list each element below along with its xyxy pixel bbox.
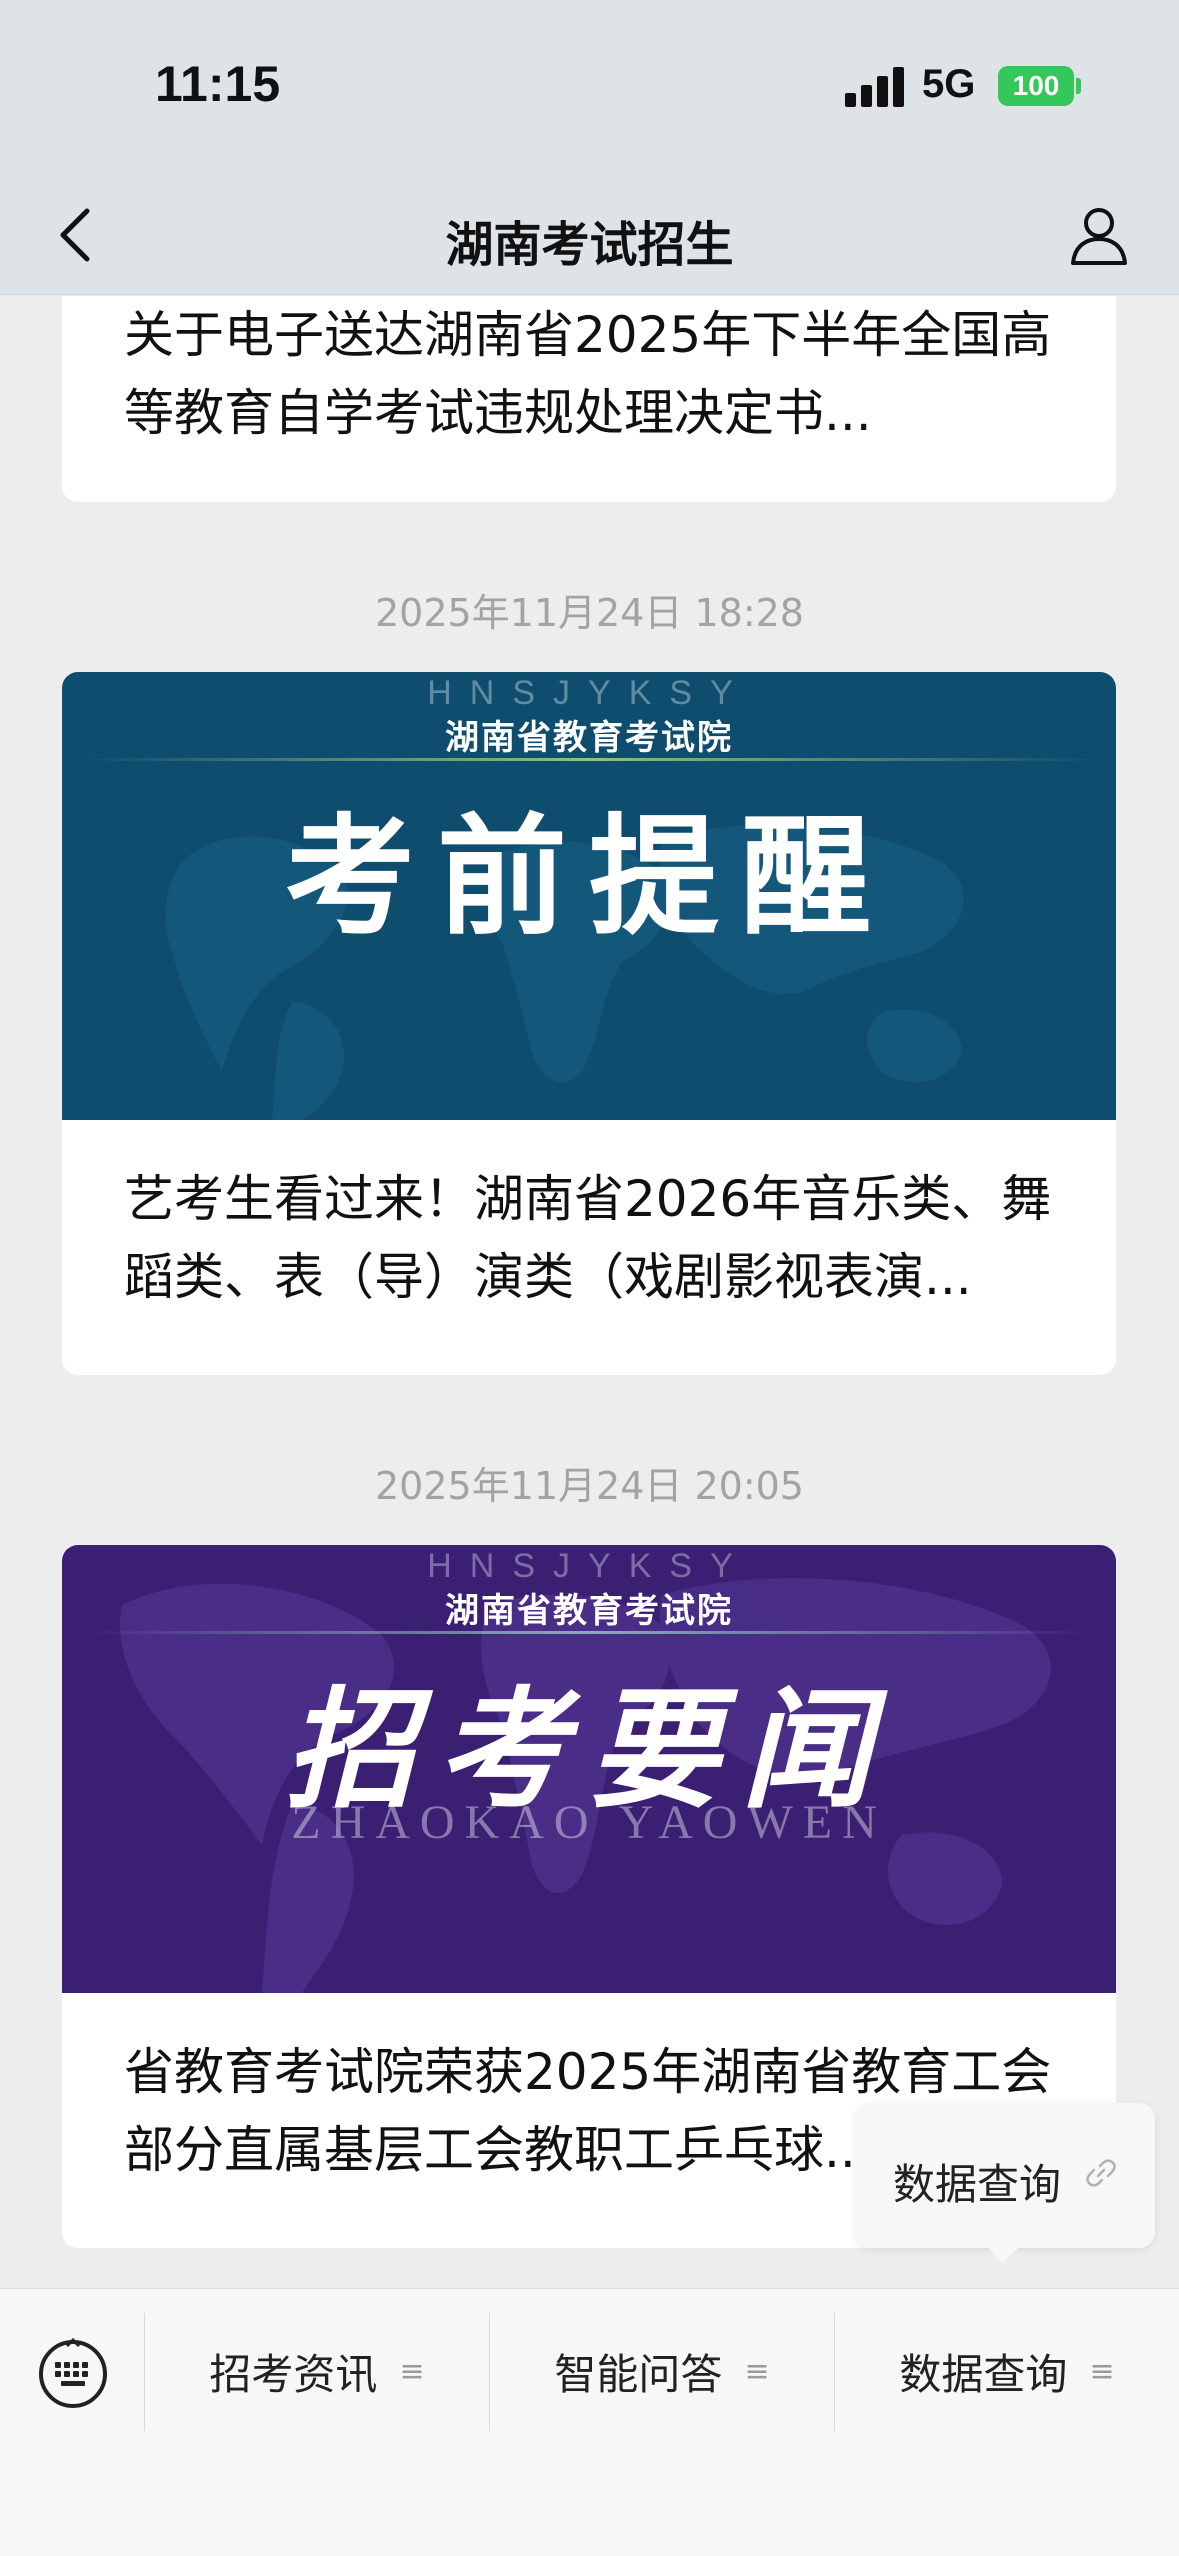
menu-item-qa[interactable]: 智能问答 ≡ — [490, 2311, 834, 2431]
menu-item-news[interactable]: 招考资讯 ≡ — [145, 2311, 489, 2431]
article-timestamp: 2025年11月24日 20:05 — [374, 1464, 804, 1508]
signal-icon — [845, 65, 905, 107]
keyboard-icon[interactable] — [28, 2329, 118, 2419]
menu-lines-icon: ≡ — [399, 2353, 425, 2389]
article-banner: HNSJYKSY 湖南省教育考试院 考前提醒 — [62, 672, 1116, 1120]
menu-item-label: 智能问答 — [554, 2349, 723, 2399]
page-title: 湖南考试招生 — [445, 217, 734, 273]
banner-org-name: 湖南省教育考试院 — [445, 1591, 733, 1631]
banner-org-name: 湖南省教育考试院 — [445, 718, 733, 758]
article-title: 关于电子送达湖南省2025年下半年全国高等教育自学考试违规处理决定书... — [124, 306, 1052, 442]
menu-item-label: 招考资讯 — [209, 2349, 378, 2399]
status-bar: 11:15 5G 100 — [0, 0, 1179, 175]
article-title: 艺考生看过来！湖南省2026年音乐类、舞蹈类、表（导）演类（戏剧影视表演... — [124, 1170, 1052, 1306]
bottom-menu-bar: 招考资讯 ≡ 智能问答 ≡ 数据查询 ≡ — [0, 2288, 1179, 2556]
popup-pointer — [985, 2245, 1021, 2263]
article-card[interactable]: HNSJYKSY 湖南省教育考试院 考前提醒 艺考生看过来！湖南省2026年音乐… — [62, 672, 1116, 1375]
banner-divider — [82, 758, 1096, 761]
article-card[interactable]: 关于电子送达湖南省2025年下半年全国高等教育自学考试违规处理决定书... — [62, 296, 1116, 502]
menu-lines-icon: ≡ — [1089, 2353, 1115, 2389]
submenu-popup[interactable]: 数据查询 — [855, 2103, 1155, 2248]
battery-tip — [1076, 78, 1081, 94]
banner-headline: 考前提醒 — [284, 801, 893, 953]
banner-subtitle: HNSJYKSY — [427, 1547, 751, 1585]
person-icon[interactable] — [1059, 195, 1139, 275]
submenu-item-label: 数据查询 — [893, 2160, 1062, 2209]
menu-item-data-query[interactable]: 数据查询 ≡ — [835, 2311, 1179, 2431]
menu-lines-icon: ≡ — [744, 2353, 770, 2389]
status-time: 11:15 — [155, 56, 281, 112]
banner-divider — [82, 1631, 1096, 1634]
banner-subtitle: HNSJYKSY — [427, 674, 751, 712]
menu-item-label: 数据查询 — [899, 2349, 1068, 2399]
link-icon — [1085, 2157, 1117, 2193]
article-banner: HNSJYKSY 湖南省教育考试院 招考要闻 ZHAOKAO YAOWEN — [62, 1545, 1116, 1993]
banner-english: ZHAOKAO YAOWEN — [291, 1796, 887, 1849]
network-label: 5G — [922, 62, 976, 106]
nav-bar: 湖南考试招生 — [0, 175, 1179, 295]
battery-icon: 100 — [998, 66, 1074, 106]
article-timestamp: 2025年11月24日 18:28 — [374, 591, 804, 635]
